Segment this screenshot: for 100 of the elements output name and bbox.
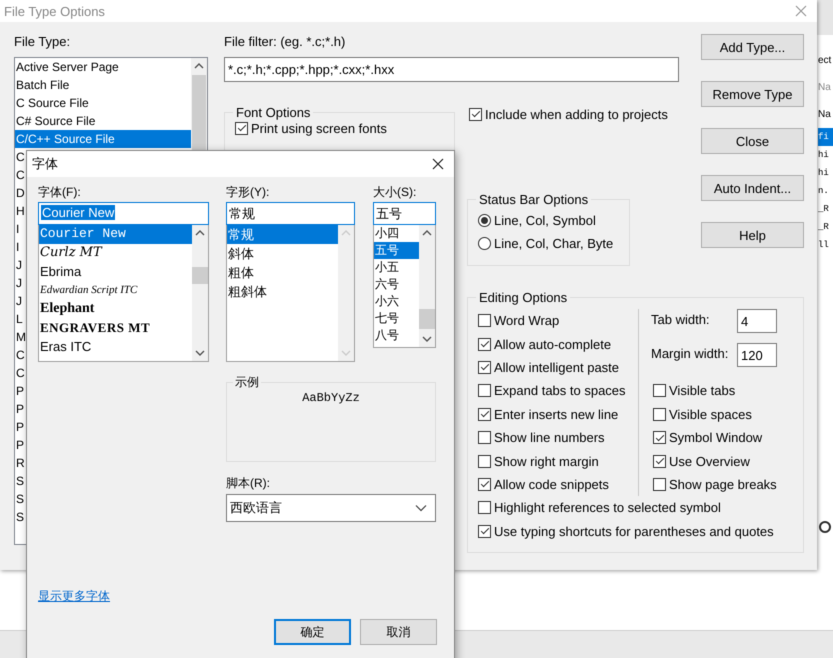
size-list-item[interactable]: 六号: [374, 276, 419, 293]
style-list-item[interactable]: 粗斜体: [227, 282, 338, 301]
option-label: Allow auto-complete: [494, 336, 612, 352]
file-filter-field[interactable]: *.c;*.h;*.cpp;*.hpp;*.cxx;*.hxx: [224, 57, 679, 82]
dialog-button[interactable]: Remove Type: [701, 81, 804, 107]
option-label: Visible spaces: [669, 406, 752, 422]
font-style-field[interactable]: 常规: [226, 202, 355, 225]
code-line: _R: [818, 203, 830, 216]
checkbox[interactable]: [653, 478, 666, 491]
option-label: Word Wrap: [494, 313, 560, 328]
option-label: Enter inserts new line: [494, 406, 618, 422]
scrollbar-thumb[interactable]: [192, 267, 208, 284]
font-list-item[interactable]: Eras ITC: [39, 338, 192, 357]
list-item[interactable]: Batch File: [15, 76, 191, 94]
close-icon[interactable]: [432, 158, 444, 170]
code-line: Na: [818, 108, 832, 122]
field-label: 字形(Y):: [226, 185, 270, 199]
style-list-item[interactable]: 斜体: [227, 244, 338, 263]
size-list-item[interactable]: 七号: [374, 310, 419, 327]
checkbox[interactable]: [653, 384, 666, 398]
list-item[interactable]: C Source File: [15, 94, 191, 112]
font-name-field[interactable]: Courier New: [38, 202, 209, 225]
field-label: File Type:: [14, 34, 72, 50]
dialog-button[interactable]: Auto Indent...: [701, 175, 804, 201]
scrollbar-thumb[interactable]: [419, 309, 435, 329]
option-label: Print using screen fonts: [251, 120, 387, 136]
field-label: File filter: (eg. *.c;*.h): [224, 34, 346, 50]
font-list-item[interactable]: Ebrima: [39, 262, 192, 282]
checkbox[interactable]: [478, 338, 491, 351]
option-label: Line, Col, Char, Byte: [494, 236, 614, 251]
style-list-item[interactable]: 常规: [227, 225, 338, 244]
script-dropdown[interactable]: 西欧语言: [226, 494, 436, 522]
font-list-item[interactable]: Curlz MT: [39, 244, 192, 263]
group-title: 示例: [234, 374, 260, 391]
checkbox[interactable]: [478, 478, 491, 491]
window-title: File Type Options: [4, 4, 105, 18]
size-list-item[interactable]: 八号: [374, 327, 419, 344]
option-label: Symbol Window: [669, 430, 762, 446]
field-label: 大小(S):: [373, 185, 418, 199]
checkbox[interactable]: [469, 108, 482, 120]
font-size-field[interactable]: 五号: [373, 202, 436, 225]
field-label: 脚本(R):: [226, 476, 271, 490]
dialog-button[interactable]: Add Type...: [701, 34, 804, 60]
field-label: Margin width:: [651, 345, 730, 361]
checkbox[interactable]: [478, 314, 491, 328]
checkbox[interactable]: [478, 501, 491, 514]
dialog-button[interactable]: 取消: [360, 619, 437, 645]
code-line: ll: [818, 239, 830, 252]
field-label: 字体(F):: [38, 185, 82, 199]
checkbox[interactable]: [653, 454, 666, 468]
size-list-item[interactable]: 小五: [374, 259, 419, 276]
checkbox[interactable]: [235, 122, 248, 134]
option-label: Show line numbers: [494, 430, 605, 446]
dialog-button[interactable]: Help: [701, 222, 804, 248]
radio-button[interactable]: [478, 214, 491, 227]
checkbox[interactable]: [478, 524, 491, 538]
window-title: 字体: [32, 155, 58, 173]
field-label: Tab width:: [651, 311, 711, 327]
number-field[interactable]: 4: [737, 309, 777, 333]
code-line: hi: [818, 149, 830, 162]
option-label: Use typing shortcuts for parentheses and quotes: [494, 524, 774, 539]
style-list-item[interactable]: 粗体: [227, 263, 338, 282]
group-title: Editing Options: [478, 290, 568, 305]
dialog-button[interactable]: Close: [701, 128, 804, 154]
checkbox[interactable]: [478, 408, 491, 421]
checkbox[interactable]: [478, 454, 491, 468]
font-list-item[interactable]: Edwardian Script ITC: [39, 281, 192, 300]
size-list-item[interactable]: 五号: [374, 242, 419, 259]
sample-text: AaBbYyZz: [302, 391, 360, 405]
checkbox[interactable]: [478, 384, 491, 398]
checkbox[interactable]: [478, 360, 491, 374]
dialog-button[interactable]: 确定: [274, 619, 351, 645]
code-line: Na: [818, 81, 832, 95]
list-item[interactable]: C# Source File: [15, 112, 191, 130]
code-line: n.: [818, 185, 830, 198]
code-line: ect: [818, 54, 832, 68]
number-field[interactable]: 120: [737, 343, 777, 367]
option-label: Highlight references to selected symbol: [494, 500, 721, 516]
font-list-item[interactable]: Elephant: [39, 300, 192, 319]
size-list-item[interactable]: 小六: [374, 293, 419, 310]
radio-button[interactable]: [478, 237, 491, 250]
code-line: hi: [818, 167, 830, 180]
checkbox[interactable]: [653, 408, 666, 421]
chevron-down-icon[interactable]: [415, 504, 427, 512]
checkbox[interactable]: [653, 431, 666, 444]
list-item[interactable]: Active Server Page: [15, 58, 191, 76]
font-list-item[interactable]: Courier New: [39, 225, 192, 244]
option-label: Use Overview: [669, 454, 750, 469]
list-item[interactable]: C/C++ Source File: [15, 130, 191, 148]
option-label: Line, Col, Symbol: [494, 213, 596, 228]
circle-icon[interactable]: [819, 520, 831, 534]
option-label: Visible tabs: [669, 383, 736, 398]
font-list-item[interactable]: ENGRAVERS MT: [39, 318, 192, 338]
more-fonts-link[interactable]: 显示更多字体: [38, 588, 110, 605]
option-label: Show right margin: [494, 454, 599, 469]
size-list-item[interactable]: 小四: [374, 225, 419, 242]
checkbox[interactable]: [478, 431, 491, 444]
option-label: Expand tabs to spaces: [494, 383, 626, 398]
group-title: Status Bar Options: [478, 192, 590, 207]
option-label: Allow intelligent paste: [494, 360, 620, 375]
